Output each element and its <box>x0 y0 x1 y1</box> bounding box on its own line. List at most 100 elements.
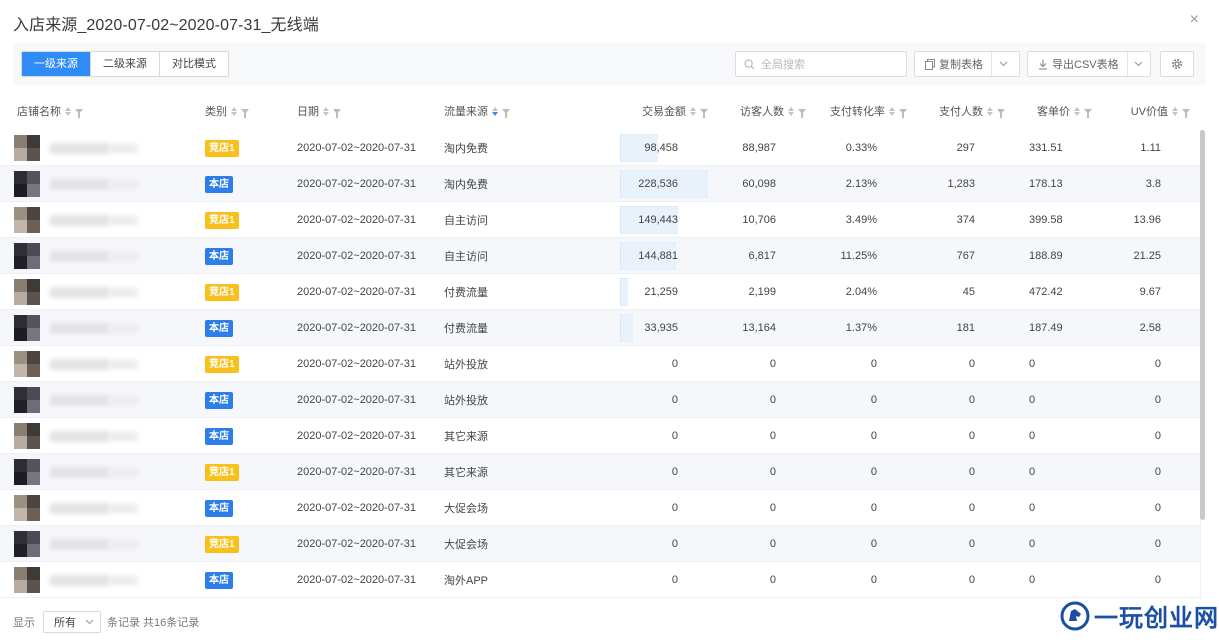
close-icon[interactable]: × <box>1190 12 1199 28</box>
export-csv-main[interactable]: 导出CSV表格 <box>1028 52 1128 76</box>
conversion-rate-cell: 0 <box>870 574 877 586</box>
filter-icon[interactable] <box>1182 109 1190 118</box>
table-row[interactable]: 竞店1 2020-07-02~2020-07-31 大促会场 0 0 0 0 0 0 <box>0 526 1200 562</box>
sort-icon[interactable] <box>1074 106 1080 116</box>
visitors-cell: 0 <box>769 538 776 550</box>
aov-cell-wrap: 0 <box>1029 346 1035 382</box>
table-row[interactable]: 本店 2020-07-02~2020-07-31 大促会场 0 0 0 0 0 0 <box>0 490 1200 526</box>
visitors-cell-wrap: 60,098 <box>700 166 776 202</box>
table-row[interactable]: 竞店1 2020-07-02~2020-07-31 淘内免费 98,458 88,987… <box>0 130 1200 166</box>
sort-icon[interactable] <box>889 106 895 116</box>
conversion-rate-cell-wrap: 11.25% <box>800 238 878 274</box>
aov-cell: 0 <box>1029 430 1036 442</box>
conversion-rate-cell-wrap: 0.33% <box>800 130 877 166</box>
conversion-rate-cell: 0 <box>870 502 877 514</box>
col-traffic-source[interactable]: 流量来源 <box>444 92 510 130</box>
filter-icon[interactable] <box>75 109 83 118</box>
amount-cell-wrap: 0 <box>600 418 678 454</box>
uv-value-cell-wrap: 0 <box>1090 418 1161 454</box>
copy-table-label: 复制表格 <box>939 59 983 71</box>
visitors-cell-wrap: 0 <box>700 418 776 454</box>
table-row[interactable]: 竞店1 2020-07-02~2020-07-31 其它来源 0 0 0 0 0 0 <box>0 454 1200 490</box>
table-row[interactable]: 本店 2020-07-02~2020-07-31 淘外APP 0 0 0 0 0 0 <box>0 562 1200 598</box>
category-badge: 本店 <box>205 247 233 265</box>
visitors-cell: 2,199 <box>748 286 776 298</box>
table-row[interactable]: 本店 2020-07-02~2020-07-31 淘内免费 228,536 60,098… <box>0 166 1200 202</box>
sort-icon[interactable] <box>231 106 237 116</box>
visitors-cell: 88,987 <box>742 142 776 154</box>
shop-thumbnail <box>14 531 40 557</box>
tab-level-1[interactable]: 一级来源 <box>22 52 91 76</box>
search-input[interactable]: 全局搜索 <box>735 51 907 77</box>
amount-cell-wrap: 0 <box>600 346 678 382</box>
vertical-scrollbar[interactable] <box>1200 130 1205 520</box>
col-payers[interactable]: 支付人数 <box>900 92 1005 130</box>
chess-knight-logo-icon <box>1060 601 1090 630</box>
filter-icon[interactable] <box>333 109 341 118</box>
visitors-cell: 6,817 <box>748 250 776 262</box>
payers-cell: 767 <box>956 250 975 262</box>
col-aov[interactable]: 客单价 <box>1000 92 1092 130</box>
table-row[interactable]: 竞店1 2020-07-02~2020-07-31 付费流量 21,259 2,199 2… <box>0 274 1200 310</box>
sort-icon[interactable] <box>987 106 993 116</box>
col-uv-value-label: UV价值 <box>1130 106 1168 118</box>
col-visitors[interactable]: 访客人数 <box>700 92 806 130</box>
date-cell-wrap: 2020-07-02~2020-07-31 <box>297 310 416 346</box>
page-size-select[interactable]: 所有 <box>43 611 101 633</box>
settings-button[interactable] <box>1160 51 1194 77</box>
tab-level-2[interactable]: 二级来源 <box>91 52 160 76</box>
payers-cell: 0 <box>968 358 975 370</box>
col-conversion-rate-label: 支付转化率 <box>830 106 885 118</box>
watermark-text: 一玩创业网 <box>1094 603 1219 632</box>
sort-icon[interactable] <box>788 106 794 116</box>
col-category[interactable]: 类别 <box>205 92 249 130</box>
shop-thumbnail <box>14 387 40 413</box>
table-row[interactable]: 竞店1 2020-07-02~2020-07-31 自主访问 149,443 10,70… <box>0 202 1200 238</box>
date-cell: 2020-07-02~2020-07-31 <box>297 430 416 442</box>
tab-compare-mode[interactable]: 对比模式 <box>160 52 228 76</box>
sort-icon[interactable] <box>1172 106 1178 116</box>
copy-dropdown-chevron-icon[interactable] <box>992 52 1014 76</box>
col-conversion-rate[interactable]: 支付转化率 <box>800 92 907 130</box>
category-badge-wrap: 竞店1 <box>205 274 239 310</box>
copy-table-button[interactable]: 复制表格 <box>914 51 1020 77</box>
shop-name-redacted <box>50 575 110 586</box>
table-row[interactable]: 本店 2020-07-02~2020-07-31 站外投放 0 0 0 0 0 0 <box>0 382 1200 418</box>
col-uv-value[interactable]: UV价值 <box>1090 92 1190 130</box>
traffic-source-cell: 其它来源 <box>444 467 488 479</box>
filter-icon[interactable] <box>241 109 249 118</box>
table-row[interactable]: 本店 2020-07-02~2020-07-31 付费流量 33,935 13,164 1… <box>0 310 1200 346</box>
col-amount[interactable]: 交易金额 <box>600 92 708 130</box>
category-badge-wrap: 本店 <box>205 166 233 202</box>
uv-value-cell-wrap: 0 <box>1090 454 1161 490</box>
filter-icon[interactable] <box>502 109 510 118</box>
date-cell: 2020-07-02~2020-07-31 <box>297 286 416 298</box>
export-csv-button[interactable]: 导出CSV表格 <box>1027 51 1151 77</box>
uv-value-cell-wrap: 0 <box>1090 346 1161 382</box>
aov-cell-wrap: 187.49 <box>1029 310 1063 346</box>
table-row[interactable]: 本店 2020-07-02~2020-07-31 其它来源 0 0 0 0 0 0 <box>0 418 1200 454</box>
amount-cell-wrap: 228,536 <box>600 166 678 202</box>
export-dropdown-chevron-icon[interactable] <box>1128 52 1150 76</box>
conversion-rate-cell-wrap: 0 <box>800 346 877 382</box>
sort-icon[interactable] <box>323 106 329 116</box>
sort-icon[interactable] <box>690 106 696 116</box>
shop-name-redacted <box>108 324 138 333</box>
sort-icon[interactable] <box>65 106 71 116</box>
table-row[interactable]: 竞店1 2020-07-02~2020-07-31 站外投放 0 0 0 0 0 0 <box>0 346 1200 382</box>
uv-value-cell: 13.96 <box>1133 214 1161 226</box>
aov-cell: 188.89 <box>1029 250 1063 262</box>
table-row[interactable]: 本店 2020-07-02~2020-07-31 自主访问 144,881 6,817 1… <box>0 238 1200 274</box>
sort-desc-active-icon[interactable] <box>492 106 498 116</box>
copy-table-main[interactable]: 复制表格 <box>915 52 992 76</box>
shop-thumbnail <box>14 207 40 233</box>
col-category-label: 类别 <box>205 106 227 118</box>
category-badge: 本店 <box>205 391 233 409</box>
shop-name-redacted <box>108 504 138 513</box>
date-cell: 2020-07-02~2020-07-31 <box>297 394 416 406</box>
date-cell: 2020-07-02~2020-07-31 <box>297 250 416 262</box>
col-date[interactable]: 日期 <box>297 92 341 130</box>
col-shop-name[interactable]: 店铺名称 <box>17 92 83 130</box>
uv-value-cell-wrap: 0 <box>1090 526 1161 562</box>
amount-cell-wrap: 98,458 <box>600 130 678 166</box>
